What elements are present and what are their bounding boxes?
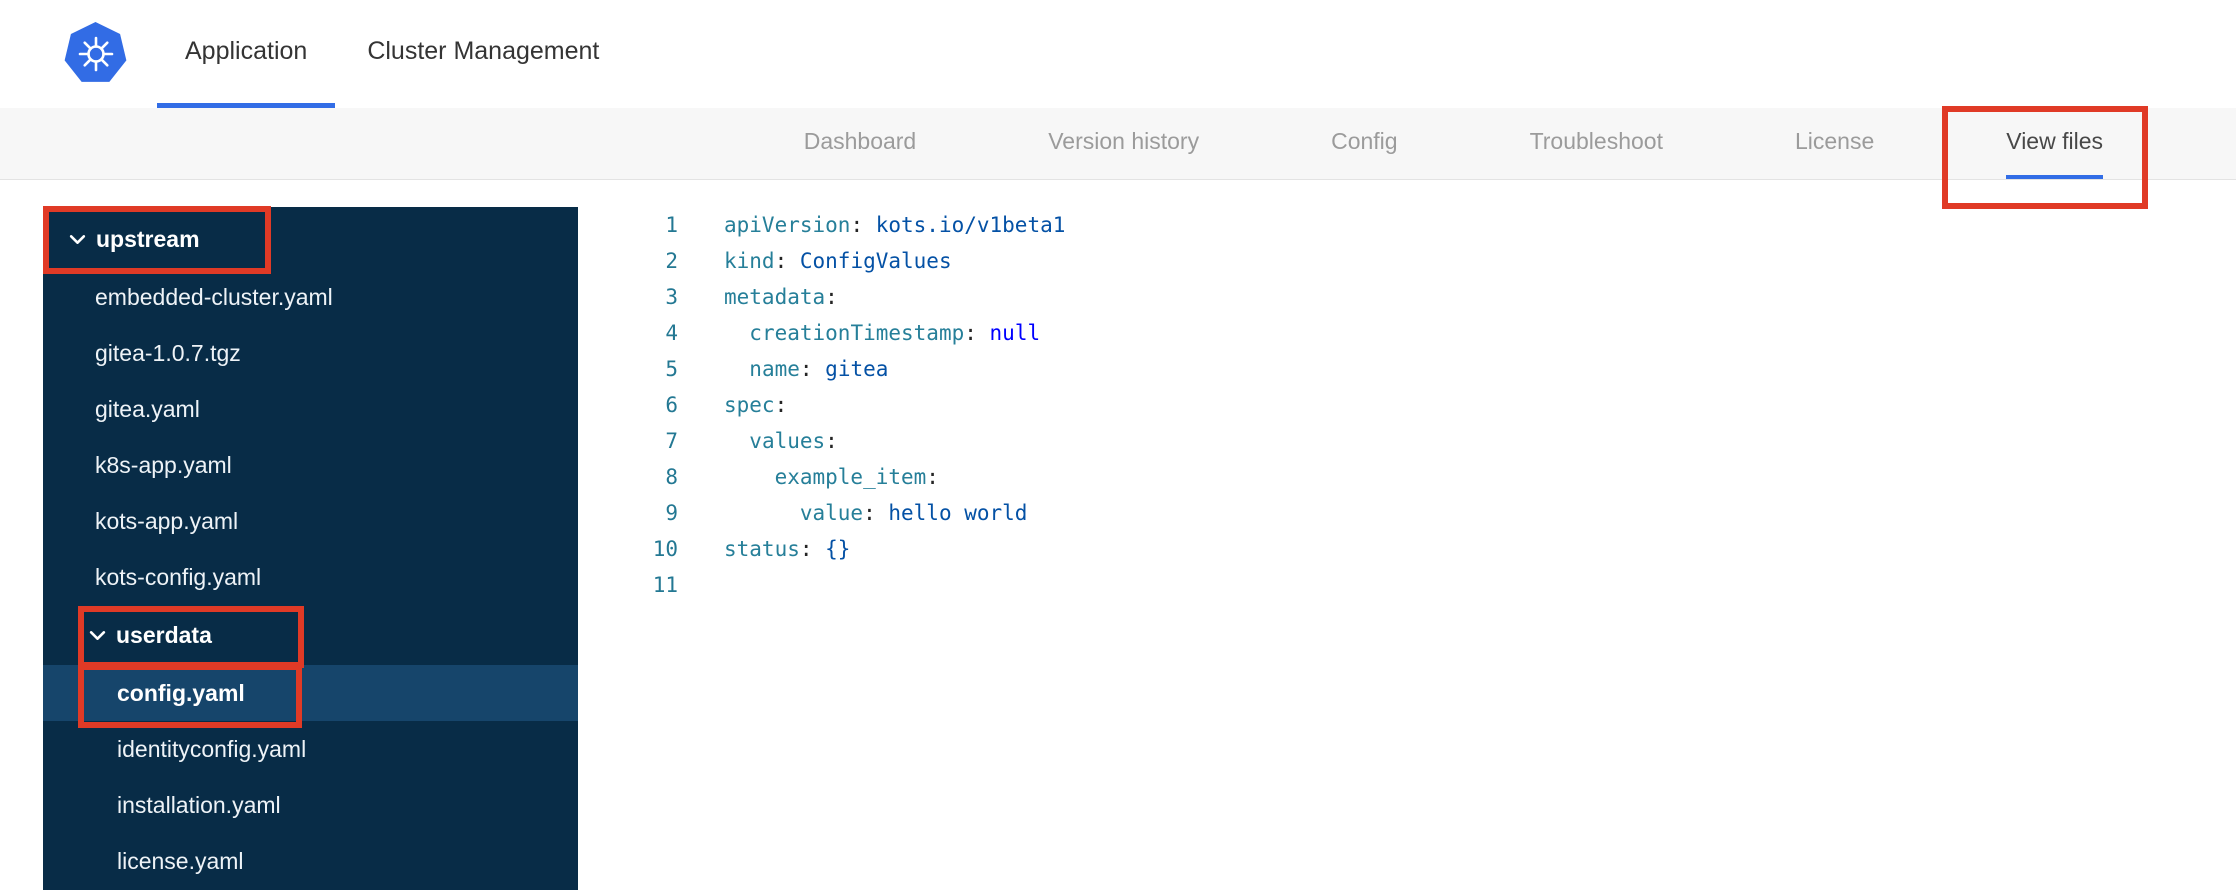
helm-wheel-icon	[78, 36, 113, 71]
tree-item-installation-yaml[interactable]: installation.yaml	[43, 777, 578, 833]
folder-label: userdata	[116, 621, 212, 648]
file-label: k8s-app.yaml	[95, 451, 232, 478]
code-line: 5 name: gitea	[578, 351, 2236, 387]
subnav-tab-dashboard[interactable]: Dashboard	[804, 108, 917, 179]
line-number: 3	[665, 285, 678, 309]
code-line: 3 metadata:	[578, 279, 2236, 315]
code-line-content: name: gitea	[749, 357, 889, 381]
line-number: 7	[665, 429, 678, 453]
code-line: 2 kind: ConfigValues	[578, 243, 2236, 279]
file-label: gitea.yaml	[95, 395, 200, 422]
subnav-tab-version-history[interactable]: Version history	[1048, 108, 1199, 179]
code-line: 10 status: {}	[578, 531, 2236, 567]
code-line-content: values:	[749, 429, 838, 453]
line-number: 11	[652, 573, 678, 597]
file-label: license.yaml	[117, 847, 244, 874]
header-tab-application[interactable]: Application	[157, 0, 336, 108]
tree-item-config-yaml[interactable]: config.yaml	[43, 665, 578, 721]
tree-item-identityconfig-yaml[interactable]: identityconfig.yaml	[43, 721, 578, 777]
code-line-content: metadata:	[724, 285, 838, 309]
code-line: 11	[578, 567, 2236, 603]
line-number: 10	[652, 537, 678, 561]
code-line: 7 values:	[578, 423, 2236, 459]
code-line-content: status: {}	[724, 537, 851, 561]
tree-item-kots-app-yaml[interactable]: kots-app.yaml	[43, 493, 578, 549]
file-label: kots-config.yaml	[95, 563, 262, 590]
kubernetes-logo-icon[interactable]	[64, 22, 127, 82]
chevron-down-icon	[69, 234, 86, 244]
code-line-content: example_item:	[774, 465, 939, 489]
code-line-content	[678, 567, 724, 603]
tree-item-upstream[interactable]: upstream	[43, 209, 578, 269]
tree-item-license-yaml[interactable]: license.yaml	[43, 833, 578, 889]
code-line-content: value: hello world	[799, 501, 1028, 525]
code-line: 9 value: hello world	[578, 495, 2236, 531]
yaml-code-editor[interactable]: 1 apiVersion: kots.io/v1beta1 2 kind: Confi…	[578, 207, 2236, 890]
tree-item-gitea-yaml[interactable]: gitea.yaml	[43, 381, 578, 437]
subnav-tab-troubleshoot[interactable]: Troubleshoot	[1530, 108, 1663, 179]
file-tree-sidebar: upstream embedded-cluster.yaml gitea-1.0.7…	[43, 207, 578, 890]
code-line-content: apiVersion: kots.io/v1beta1	[724, 213, 1066, 237]
file-label: installation.yaml	[117, 791, 281, 818]
line-number: 1	[665, 213, 678, 237]
subnav-tab-config[interactable]: Config	[1331, 108, 1397, 179]
code-line-content: creationTimestamp: null	[749, 321, 1041, 345]
code-line: 1 apiVersion: kots.io/v1beta1	[578, 207, 2236, 243]
line-number: 2	[665, 249, 678, 273]
app-subnav: Dashboard Version history Config Troublesho…	[0, 108, 2236, 180]
chevron-down-icon	[89, 630, 106, 640]
app-header: Application Cluster Management	[0, 0, 2236, 108]
file-label: kots-app.yaml	[95, 507, 239, 534]
code-line: 8 example_item:	[578, 459, 2236, 495]
tree-item-userdata[interactable]: userdata	[43, 605, 578, 665]
tree-item-gitea-1-0-7-tgz[interactable]: gitea-1.0.7.tgz	[43, 325, 578, 381]
line-number: 5	[665, 357, 678, 381]
code-line-content: spec:	[724, 393, 788, 417]
line-number: 4	[665, 321, 678, 345]
tree-item-kots-config-yaml[interactable]: kots-config.yaml	[43, 549, 578, 605]
subnav-tab-view-files[interactable]: View files	[2006, 108, 2103, 179]
code-line-content: kind: ConfigValues	[724, 249, 952, 273]
header-tabs: Application Cluster Management	[157, 0, 627, 108]
code-line: 4 creationTimestamp: null	[578, 315, 2236, 351]
tree-item-k8s-app-yaml[interactable]: k8s-app.yaml	[43, 437, 578, 493]
tree-item-embedded-cluster-yaml[interactable]: embedded-cluster.yaml	[43, 269, 578, 325]
header-tab-cluster-management[interactable]: Cluster Management	[339, 0, 627, 108]
file-label: gitea-1.0.7.tgz	[95, 339, 241, 366]
file-label: embedded-cluster.yaml	[95, 283, 333, 310]
file-label: config.yaml	[117, 679, 245, 706]
line-number: 9	[665, 501, 678, 525]
folder-label: upstream	[96, 225, 200, 252]
code-line: 6 spec:	[578, 387, 2236, 423]
file-label: identityconfig.yaml	[117, 735, 307, 762]
line-number: 8	[665, 465, 678, 489]
subnav-tab-license[interactable]: License	[1795, 108, 1874, 179]
line-number: 6	[665, 393, 678, 417]
